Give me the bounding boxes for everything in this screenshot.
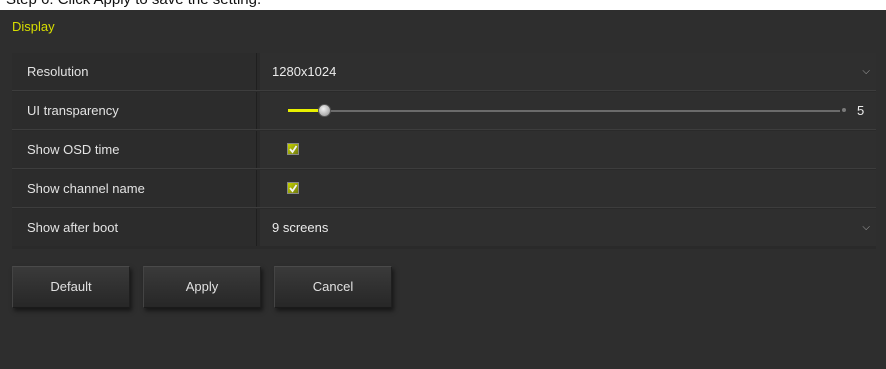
ui-transparency-slider[interactable]: 5 [260,92,876,129]
row-show-osd-time: Show OSD time [12,131,876,169]
slider-end [842,108,846,112]
checkmark-icon [289,184,298,193]
show-after-boot-value: 9 screens [272,220,329,235]
apply-button[interactable]: Apply [143,266,261,308]
show-channel-name-checkbox[interactable] [287,182,299,194]
chevron-down-icon[interactable]: ⌵ [862,53,870,90]
row-show-after-boot: Show after boot 9 screens ⌵ [12,209,876,246]
instruction-text: Step 6: Click Apply to save the setting. [6,0,261,8]
show-osd-time-label: Show OSD time [12,131,257,168]
slider-track[interactable] [288,110,840,112]
show-channel-name-label: Show channel name [12,170,257,207]
cancel-button[interactable]: Cancel [274,266,392,308]
ui-transparency-label: UI transparency [12,92,257,129]
resolution-dropdown[interactable]: 1280x1024 ⌵ [260,53,876,90]
row-ui-transparency: UI transparency 5 [12,92,876,130]
checkmark-icon [289,145,298,154]
slider-thumb[interactable] [317,104,331,117]
section-title: Display [12,19,55,34]
show-channel-name-cell [260,170,876,207]
default-button[interactable]: Default [12,266,130,308]
show-osd-time-cell [260,131,876,168]
row-show-channel-name: Show channel name [12,170,876,208]
resolution-label: Resolution [12,53,257,90]
resolution-value: 1280x1024 [272,64,337,79]
chevron-down-icon[interactable]: ⌵ [862,209,870,246]
show-osd-time-checkbox[interactable] [287,143,299,155]
row-resolution: Resolution 1280x1024 ⌵ [12,53,876,91]
show-after-boot-label: Show after boot [12,209,257,246]
instruction-bar: Step 6: Click Apply to save the setting. [0,0,886,10]
settings-panel: Resolution 1280x1024 ⌵ UI transparency 5… [12,53,876,249]
ui-transparency-value: 5 [857,103,865,118]
show-after-boot-dropdown[interactable]: 9 screens ⌵ [260,209,876,246]
